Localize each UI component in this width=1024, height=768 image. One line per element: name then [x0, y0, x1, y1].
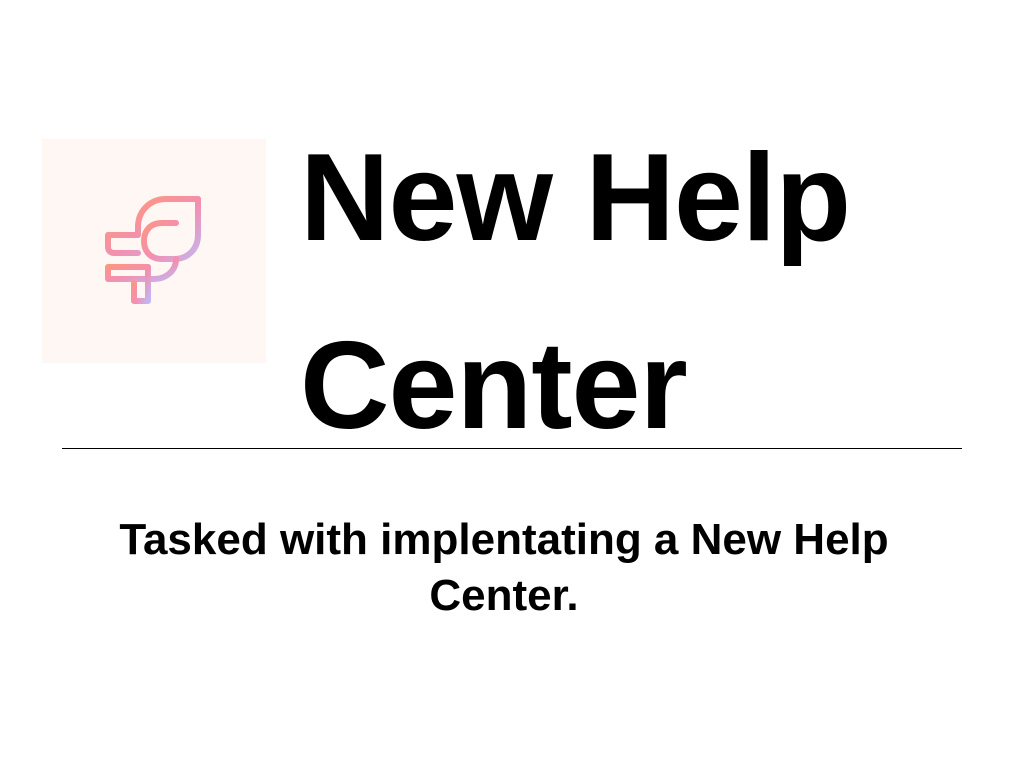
page-title-line-1: New Help [300, 129, 851, 267]
page-title-line-2: Center [300, 317, 688, 455]
divider [62, 448, 962, 449]
page-title: New Help Center [300, 104, 1000, 480]
feather-logo-icon [105, 196, 201, 304]
logo-tile [42, 139, 266, 363]
subtitle: Tasked with implentating a New Help Cent… [119, 515, 889, 620]
